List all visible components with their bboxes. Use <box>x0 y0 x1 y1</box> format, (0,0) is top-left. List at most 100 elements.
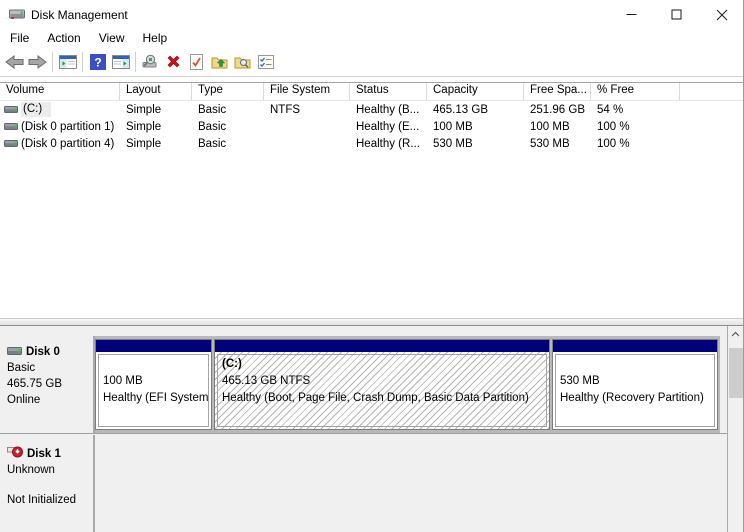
window-title: Disk Management <box>31 8 128 22</box>
console-tree-icon <box>59 55 77 69</box>
forward-button[interactable] <box>26 50 49 74</box>
partition-recovery[interactable]: 530 MB Healthy (Recovery Partition) <box>552 339 718 430</box>
disk-0-name: Disk 0 <box>26 344 60 360</box>
column-header-status[interactable]: Status <box>350 83 427 100</box>
status-cell: Healthy (B... <box>350 104 427 116</box>
partition-name: (C:) <box>222 356 544 373</box>
maximize-button[interactable] <box>654 0 699 29</box>
volume-name: (Disk 0 partition 1) <box>21 121 114 133</box>
capacity-cell: 100 MB <box>427 121 524 133</box>
delete-button[interactable] <box>162 50 185 74</box>
capacity-cell: 465.13 GB <box>427 104 524 116</box>
check-document-icon <box>190 54 203 70</box>
menu-view[interactable]: View <box>90 30 134 47</box>
menu-action[interactable]: Action <box>38 30 89 47</box>
minimize-button[interactable] <box>609 0 654 29</box>
free-space-cell: 251.96 GB <box>524 104 591 116</box>
menu-help[interactable]: Help <box>134 30 177 47</box>
volume-name: (C:) <box>21 102 51 117</box>
disk-0-status: Online <box>7 392 93 408</box>
disk-1-name: Disk 1 <box>27 447 61 462</box>
column-header-capacity[interactable]: Capacity <box>427 83 524 100</box>
pane-splitter[interactable] <box>0 318 744 326</box>
disk-1-label-panel[interactable]: Disk 1 Unknown Not Initialized <box>0 435 95 532</box>
layout-cell: Simple <box>120 104 192 116</box>
menu-file[interactable]: File <box>1 30 38 47</box>
toolbar-separator <box>82 52 83 72</box>
window-controls <box>609 0 744 29</box>
layout-cell: Simple <box>120 138 192 150</box>
disk-0-label-panel[interactable]: Disk 0 Basic 465.75 GB Online <box>0 336 95 433</box>
folder-search-icon <box>234 55 251 69</box>
volume-name: (Disk 0 partition 4) <box>21 138 114 150</box>
scrollbar-thumb[interactable] <box>729 348 743 398</box>
pct-free-cell: 54 % <box>591 104 680 116</box>
layout-cell: Simple <box>120 121 192 133</box>
volume-row-partition-4[interactable]: (Disk 0 partition 4) Simple Basic Health… <box>0 135 744 152</box>
volume-drive-icon <box>4 106 18 113</box>
action-pane-icon <box>112 55 130 69</box>
volume-name-cell: (Disk 0 partition 4) <box>0 138 120 150</box>
volume-row-partition-1[interactable]: (Disk 0 partition 1) Simple Basic Health… <box>0 118 744 135</box>
titlebar: Disk Management <box>0 0 744 29</box>
volume-list-header: Volume Layout Type File System Status Ca… <box>0 83 744 101</box>
disk-0-row: Disk 0 Basic 465.75 GB Online 100 MB Hea… <box>0 336 727 434</box>
toolbar-separator <box>52 52 53 72</box>
partition-status: Healthy (Recovery Partition) <box>560 390 712 407</box>
type-cell: Basic <box>192 104 264 116</box>
maximize-icon <box>671 9 682 20</box>
column-header-filler <box>680 83 744 100</box>
toolbar: ? <box>0 47 744 77</box>
folder-up-button[interactable] <box>208 50 231 74</box>
column-header-free-space[interactable]: Free Spa... <box>524 83 591 100</box>
disk-0-type: Basic <box>7 360 93 376</box>
partition-color-bar <box>96 340 211 352</box>
task-list-icon <box>258 55 274 69</box>
help-icon: ? <box>90 54 106 70</box>
type-cell: Basic <box>192 138 264 150</box>
app-disk-icon <box>9 9 25 20</box>
pct-free-cell: 100 % <box>591 121 680 133</box>
action-pane-button[interactable] <box>109 50 132 74</box>
disk-1-status: Not Initialized <box>7 493 93 508</box>
disk-0-icon <box>7 344 22 360</box>
folder-up-icon <box>211 55 228 69</box>
column-header-pct-free[interactable]: % Free <box>591 83 680 100</box>
menubar: File Action View Help <box>0 29 744 47</box>
partition-color-bar <box>215 340 549 352</box>
partition-name <box>103 356 206 373</box>
scroll-up-button[interactable] <box>728 326 743 342</box>
column-header-file-system[interactable]: File System <box>264 83 350 100</box>
status-cell: Healthy (E... <box>350 121 427 133</box>
help-button[interactable]: ? <box>86 50 109 74</box>
column-header-layout[interactable]: Layout <box>120 83 192 100</box>
partition-size: 100 MB <box>103 373 206 390</box>
free-space-cell: 530 MB <box>524 138 591 150</box>
status-cell: Healthy (R... <box>350 138 427 150</box>
graphical-view-pane: Disk 0 Basic 465.75 GB Online 100 MB Hea… <box>0 326 744 532</box>
volume-drive-icon <box>4 140 18 147</box>
pct-free-cell: 100 % <box>591 138 680 150</box>
file-system-cell: NTFS <box>264 104 350 116</box>
column-header-type[interactable]: Type <box>192 83 264 100</box>
close-button[interactable] <box>699 0 744 29</box>
folder-search-button[interactable] <box>231 50 254 74</box>
console-tree-button[interactable] <box>56 50 79 74</box>
rescan-disks-button[interactable] <box>139 50 162 74</box>
volume-name-cell: (Disk 0 partition 1) <box>0 121 120 133</box>
partition-status: Healthy (EFI System <box>103 390 206 407</box>
volume-list-pane: Volume Layout Type File System Status Ca… <box>0 82 744 318</box>
back-button[interactable] <box>3 50 26 74</box>
disk-1-row: Disk 1 Unknown Not Initialized <box>0 435 727 532</box>
partition-c-selected[interactable]: (C:) 465.13 GB NTFS Healthy (Boot, Page … <box>214 339 550 430</box>
disk-1-partitions-area[interactable] <box>95 435 727 532</box>
delete-icon <box>166 54 181 69</box>
partition-efi-system[interactable]: 100 MB Healthy (EFI System <box>95 339 212 430</box>
disk-0-size: 465.75 GB <box>7 376 93 392</box>
partition-size: 530 MB <box>560 373 712 390</box>
volume-row-c[interactable]: (C:) Simple Basic NTFS Healthy (B... 465… <box>0 101 744 118</box>
vertical-scrollbar[interactable] <box>727 326 743 532</box>
task-list-button[interactable] <box>254 50 277 74</box>
check-document-button[interactable] <box>185 50 208 74</box>
column-header-volume[interactable]: Volume <box>0 83 120 100</box>
